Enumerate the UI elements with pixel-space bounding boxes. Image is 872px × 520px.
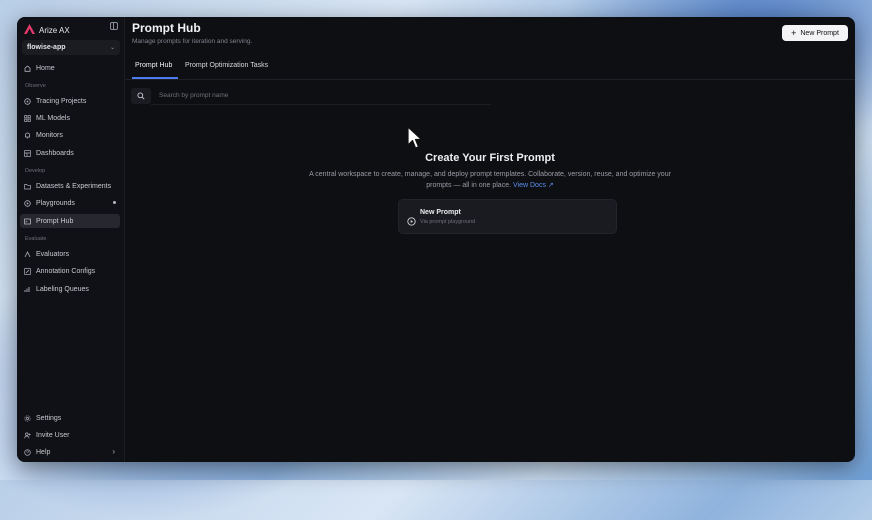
gear-icon: [24, 414, 31, 422]
tab-prompt-optimization-tasks[interactable]: Prompt Optimization Tasks: [185, 62, 268, 69]
empty-state-title: Create Your First Prompt: [425, 152, 555, 164]
new-prompt-card[interactable]: New Prompt Via prompt playground: [398, 199, 617, 234]
app-window: Arize AX flowise-app ⌄ Home Observe Trac…: [17, 17, 855, 462]
sidebar-item-playgrounds[interactable]: Playgrounds: [20, 196, 120, 210]
sidebar-item-annotation-configs[interactable]: Annotation Configs: [20, 264, 120, 278]
mouse-pointer-icon: [407, 126, 423, 155]
view-docs-link[interactable]: View Docs ↗: [513, 182, 554, 189]
page-subtitle: Manage prompts for iteration and serving…: [132, 38, 253, 45]
sidebar-item-prompt-hub[interactable]: Prompt Hub: [20, 214, 120, 228]
chevron-right-icon: ›: [112, 447, 115, 456]
page-title: Prompt Hub: [132, 21, 201, 35]
empty-state-description: A central workspace to create, manage, a…: [305, 169, 675, 191]
sidebar-item-label: Datasets & Experiments: [36, 182, 112, 190]
sidebar-collapse-icon[interactable]: [110, 22, 118, 30]
folder-icon: [24, 183, 31, 190]
sidebar-item-label: Monitors: [36, 131, 63, 139]
sidebar-item-help[interactable]: Help ›: [20, 445, 120, 459]
chevron-updown-icon: ⌄: [109, 45, 115, 51]
sidebar-item-label: Home: [36, 64, 55, 72]
sidebar-item-ml-models[interactable]: ML Models: [20, 111, 120, 125]
sidebar-item-labeling-queues[interactable]: Labeling Queues: [20, 282, 120, 296]
sidebar-item-label: Annotation Configs: [36, 267, 96, 275]
grid-icon: [24, 114, 31, 122]
new-prompt-button-label: New Prompt: [800, 29, 839, 37]
prompt-icon: [24, 218, 31, 225]
section-label-evaluate: Evaluate: [25, 236, 47, 242]
sidebar-item-label: Dashboards: [36, 149, 74, 157]
sidebar-item-label: Invite User: [36, 431, 70, 439]
tab-prompt-hub[interactable]: Prompt Hub: [135, 62, 172, 69]
view-docs-label: View Docs: [513, 182, 546, 189]
sidebar-item-label: Playgrounds: [36, 199, 75, 207]
tab-bar: Prompt Hub Prompt Optimization Tasks: [125, 57, 855, 80]
sidebar-item-home[interactable]: Home: [20, 61, 120, 75]
sidebar-item-label: Prompt Hub: [36, 217, 74, 225]
search-bar: [131, 87, 491, 105]
sidebar-item-label: Labeling Queues: [36, 285, 89, 293]
brand-name: Arize AX: [39, 25, 70, 35]
sidebar-item-settings[interactable]: Settings: [20, 411, 120, 425]
sidebar-item-label: Evaluators: [36, 250, 70, 258]
add-user-icon: [24, 432, 31, 439]
workspace-name: flowise-app: [27, 44, 66, 51]
tracing-icon: [24, 97, 31, 105]
sidebar-item-datasets[interactable]: Datasets & Experiments: [20, 179, 120, 193]
sidebar-item-evaluators[interactable]: Evaluators: [20, 247, 120, 261]
active-tab-indicator: [132, 77, 178, 79]
help-icon: [24, 448, 31, 456]
search-input[interactable]: [151, 87, 491, 105]
section-label-observe: Observe: [25, 83, 46, 89]
play-circle-icon: [24, 199, 31, 207]
workspace-selector[interactable]: flowise-app ⌄: [22, 40, 120, 55]
sidebar-item-label: ML Models: [36, 114, 70, 122]
plus-icon: +: [791, 28, 797, 38]
sidebar-item-label: Settings: [36, 414, 62, 422]
edit-icon: [24, 267, 31, 275]
brand[interactable]: Arize AX: [24, 21, 70, 39]
sidebar-item-tracing-projects[interactable]: Tracing Projects: [20, 94, 120, 108]
card-title: New Prompt: [420, 209, 461, 216]
arize-logo-icon: [24, 21, 35, 39]
section-label-develop: Develop: [25, 168, 46, 174]
sidebar-item-label: Tracing Projects: [36, 97, 87, 105]
home-icon: [24, 64, 31, 72]
external-link-icon: ↗: [547, 182, 554, 189]
search-icon[interactable]: [131, 88, 151, 104]
queue-icon: [24, 286, 31, 293]
sidebar-item-monitors[interactable]: Monitors: [20, 128, 120, 142]
card-subtitle: Via prompt playground: [420, 219, 476, 225]
empty-state-text: A central workspace to create, manage, a…: [309, 171, 671, 189]
dashboard-icon: [24, 149, 31, 157]
evaluator-icon: [24, 250, 31, 258]
new-prompt-button[interactable]: + New Prompt: [782, 25, 848, 41]
play-circle-icon: [407, 213, 416, 231]
main-content: Prompt Hub Manage prompts for iteration …: [125, 17, 855, 462]
bell-icon: [24, 132, 31, 139]
status-dot: [113, 201, 116, 204]
sidebar-item-label: Help: [36, 448, 51, 456]
sidebar-item-invite-user[interactable]: Invite User: [20, 428, 120, 442]
sidebar: Arize AX flowise-app ⌄ Home Observe Trac…: [17, 17, 125, 462]
sidebar-item-dashboards[interactable]: Dashboards: [20, 146, 120, 160]
